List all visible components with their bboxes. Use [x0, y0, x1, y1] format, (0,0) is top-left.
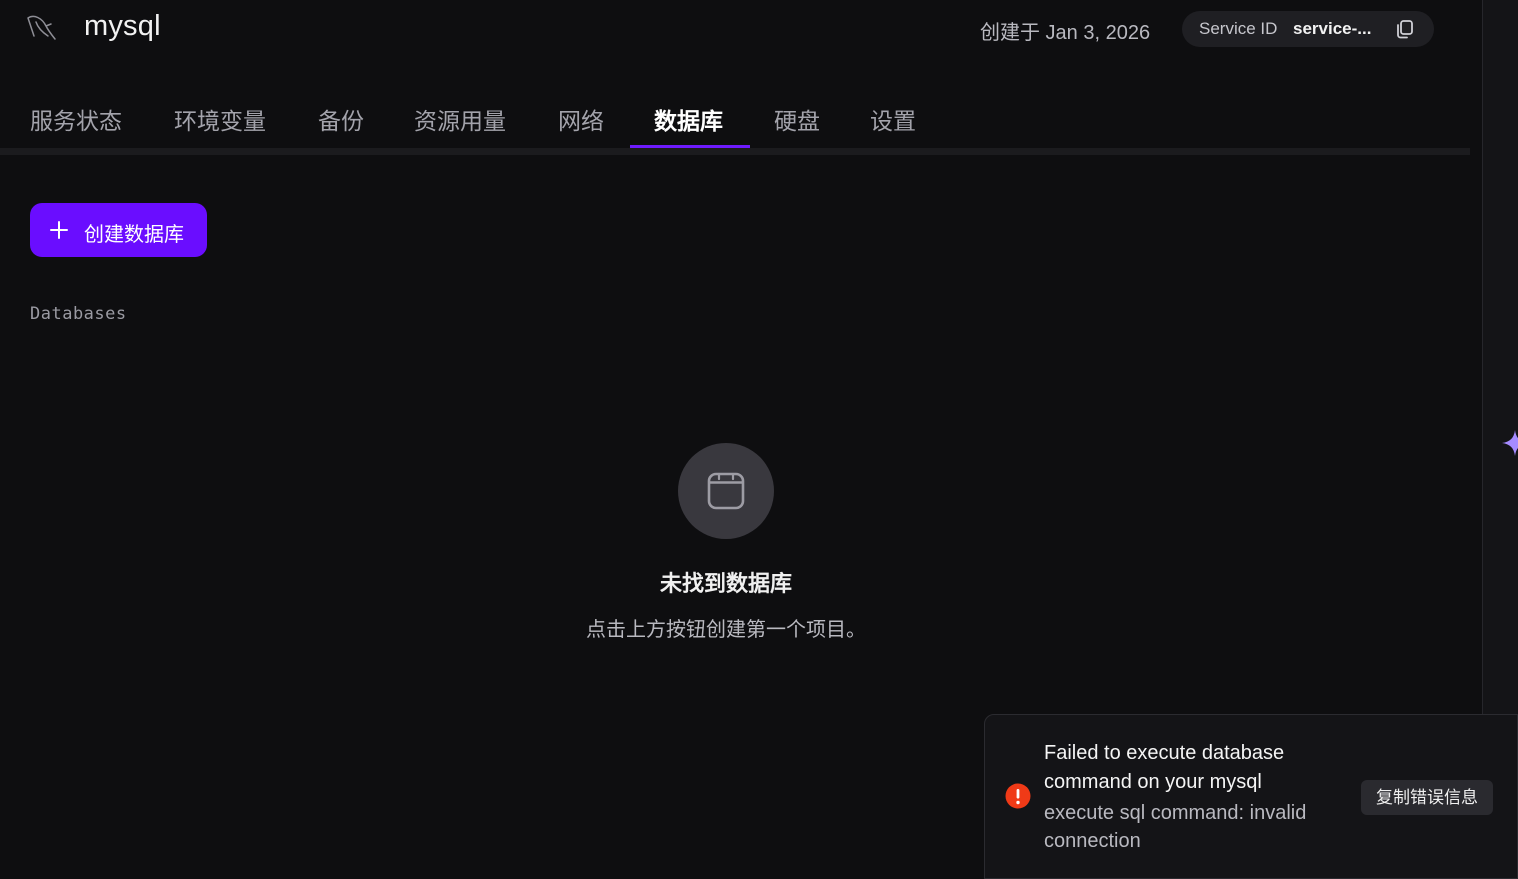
toast-message: execute sql command: invalid connection [1044, 802, 1307, 852]
tab-settings[interactable]: 设置 [870, 102, 916, 136]
active-tab-indicator [630, 145, 750, 148]
empty-state-icon-circle [678, 443, 774, 539]
tab-resource-usage[interactable]: 资源用量 [414, 102, 506, 136]
databases-section-label: Databases [30, 304, 127, 324]
copy-error-button[interactable]: 复制错误信息 [1361, 780, 1493, 815]
toast-title: Failed to execute database command on yo… [1044, 742, 1285, 793]
service-id-label: Service ID [1199, 19, 1278, 38]
sparkle-icon[interactable] [1500, 428, 1518, 458]
mysql-dolphin-icon [27, 15, 56, 40]
tab-backups[interactable]: 备份 [318, 102, 364, 136]
tab-env-variables[interactable]: 环境变量 [174, 102, 266, 136]
tab-network[interactable]: 网络 [558, 102, 604, 136]
service-id-value: service-... [1293, 19, 1372, 38]
created-date: 创建于 Jan 3, 2026 [980, 22, 1151, 44]
tab-databases[interactable]: 数据库 [654, 102, 723, 136]
service-header: mysql 创建于 Jan 3, 2026 Service ID service… [0, 0, 1482, 60]
tabs-divider [0, 148, 1470, 155]
service-id-pill: Service ID service-... [1182, 11, 1434, 47]
database-icon [707, 472, 745, 510]
empty-state-title: 未找到数据库 [659, 571, 792, 596]
plus-icon [50, 221, 68, 239]
create-database-button[interactable]: 创建数据库 [30, 203, 207, 257]
app-root: mysql 创建于 Jan 3, 2026 Service ID service… [0, 0, 1518, 879]
error-toast: Failed to execute database command on yo… [984, 714, 1518, 879]
copy-icon[interactable] [1394, 18, 1416, 40]
error-icon [1005, 783, 1031, 809]
service-name: mysql [84, 10, 161, 42]
tab-disk[interactable]: 硬盘 [774, 102, 820, 136]
service-tabs: 服务状态 环境变量 备份 资源用量 网络 数据库 硬盘 设置 [0, 88, 1470, 155]
empty-state-subtitle: 点击上方按钮创建第一个项目。 [586, 619, 866, 641]
tab-service-status[interactable]: 服务状态 [30, 102, 122, 136]
create-database-label: 创建数据库 [84, 224, 184, 246]
